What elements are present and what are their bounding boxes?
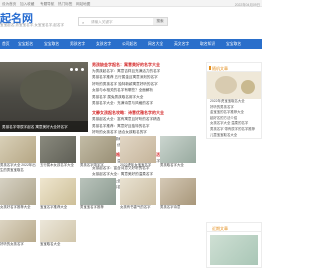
search-input[interactable]: 请输入关键字 [91, 20, 113, 25]
topics-link[interactable]: 专题导航 [40, 2, 54, 7]
list-item[interactable]: 儿童宝宝取名大全 [207, 133, 261, 139]
grid-image [40, 220, 76, 242]
slider-dot[interactable] [75, 68, 79, 71]
add-favorite-link[interactable]: 加入收藏 [20, 2, 34, 7]
grid-card[interactable]: 女孩有书香气的名字 [120, 178, 156, 215]
top-bar: 设为首页 加入收藏 专题导航 热门标签 网站地图 2022年04月09日 [0, 0, 262, 7]
grid-card[interactable]: 2022虎年女宝宝名字 [120, 136, 156, 173]
search-button[interactable]: 搜索 [153, 18, 167, 25]
slider-dots [68, 67, 84, 72]
main-nav: 首页 宝宝起名 宝宝取名 男孩名字 女孩名字 公司起名 网名大全 英文名字 取名… [0, 39, 262, 49]
grid-image [120, 178, 156, 205]
grid-title[interactable]: 男孩名字带宇字 [80, 163, 116, 173]
grid-card[interactable]: 女孩好名字推荐大全 [0, 178, 36, 215]
grid-image [160, 178, 196, 205]
grid-card[interactable]: 五行属木女孩名字大全 [40, 136, 76, 173]
nav-item[interactable]: 女孩名字 [96, 42, 111, 47]
nav-item-home[interactable]: 首页 [2, 42, 10, 47]
grid-title[interactable]: 宝宝名字推荐大全 [40, 205, 76, 215]
nav-item[interactable]: 宝宝取名 [226, 42, 241, 47]
nav-item[interactable]: 公司起名 [122, 42, 137, 47]
grid-image [120, 136, 156, 163]
current-date: 2022年04月09日 [234, 2, 260, 7]
grid-image [80, 136, 116, 163]
tags-link[interactable]: 热门标签 [58, 2, 72, 7]
grid-image [40, 178, 76, 205]
random-articles-title: 随机文章 [207, 63, 261, 72]
grid-title[interactable]: 男孩取名字大全 [160, 163, 196, 173]
grid-image [160, 136, 196, 163]
grid-card[interactable]: 男宝宝名字推荐 [80, 178, 116, 215]
nav-item[interactable]: 男孩名字 [70, 42, 85, 47]
grid-title[interactable]: 2022虎年女宝宝名字 [120, 163, 156, 173]
random-articles-panel: 随机文章 2022年虎宝宝取名大全 好听的男孩名字 金宝宝的名字推荐大全 起好名… [206, 62, 262, 140]
grid-card[interactable]: 男孩名字诗意 [160, 178, 196, 215]
nav-item[interactable]: 宝宝起名 [18, 42, 33, 47]
recent-articles-panel: 近期文章 [206, 222, 262, 268]
search-icon: ⌕ [82, 19, 85, 25]
nav-item[interactable]: 英文名字 [174, 42, 189, 47]
grid-card[interactable]: 男孩名字大全 2022年出生的男宝宝取名 [0, 136, 36, 173]
grid-image [0, 136, 36, 163]
featured-slider[interactable]: 男孩名字带辰字起名 寓意美好大全好名字 [0, 62, 88, 132]
grid-image [80, 178, 116, 205]
slider-image [20, 70, 72, 110]
nav-item[interactable]: 取名知识 [200, 42, 215, 47]
list-item[interactable]: 男孩名字 带有辰字的名字推荐 [207, 127, 261, 133]
grid-title[interactable]: 五行属木女孩名字大全 [40, 163, 76, 173]
slider-dot[interactable] [69, 68, 73, 71]
grid-card[interactable]: 好听的女孩名字 [0, 220, 36, 247]
recent-article-image[interactable] [210, 235, 258, 265]
grid-title[interactable]: 好听的女孩名字 [0, 242, 36, 247]
grid-image [0, 220, 36, 242]
grid-image [0, 178, 36, 205]
grid-card[interactable]: 宝宝名字推荐大全 [40, 178, 76, 215]
site-slogan: 宝宝起名,男宝宝名字,女宝宝名字,起名字 [0, 23, 65, 27]
grid-card[interactable]: 宝宝取名大全 [40, 220, 76, 247]
grid-title[interactable]: 女孩有书香气的名字 [120, 205, 156, 215]
grid-card[interactable]: 男孩名字带宇字 [80, 136, 116, 173]
grid-title[interactable]: 宝宝取名大全 [40, 242, 76, 247]
slider-caption[interactable]: 男孩名字带辰字起名 寓意美好大全好名字 [0, 121, 88, 132]
search-box: ⌕ 请输入关键字 搜索 [78, 17, 168, 26]
sitemap-link[interactable]: 网站地图 [76, 2, 90, 7]
grid-title[interactable]: 男宝宝名字推荐 [80, 205, 116, 215]
nav-item[interactable]: 网名大全 [148, 42, 163, 47]
recent-articles-title: 近期文章 [207, 223, 261, 232]
slider-dot[interactable] [81, 68, 84, 71]
grid-image [40, 136, 76, 163]
grid-title[interactable]: 女孩好名字推荐大全 [0, 205, 36, 215]
random-article-image[interactable] [207, 72, 261, 99]
grid-title[interactable]: 男孩名字诗意 [160, 205, 196, 215]
set-homepage-link[interactable]: 设为首页 [2, 2, 16, 7]
grid-card[interactable]: 男孩取名字大全 [160, 136, 196, 173]
nav-item[interactable]: 宝宝取名 [44, 42, 59, 47]
grid-title[interactable]: 男孩名字大全 2022年出生的男宝宝取名 [0, 163, 36, 173]
